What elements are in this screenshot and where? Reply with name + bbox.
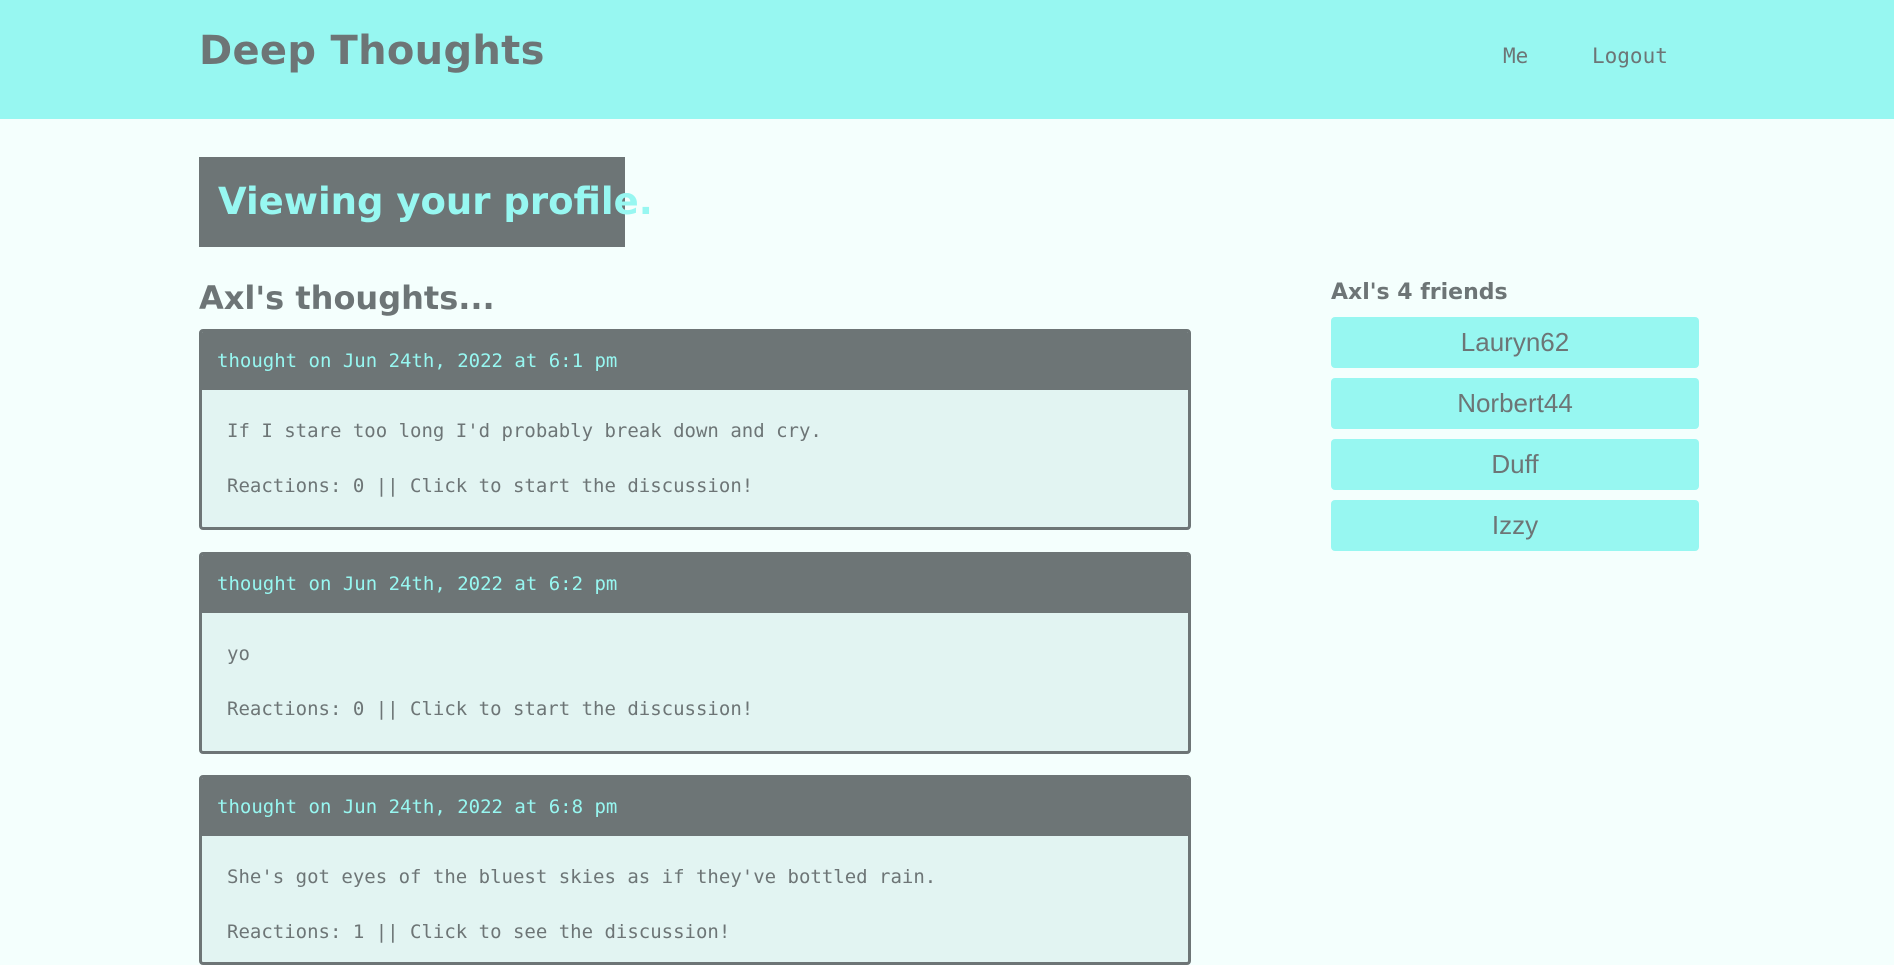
thought-card-body: yo Reactions: 0 || Click to start the di…: [202, 613, 1188, 721]
thought-reactions-link[interactable]: Reactions: 0 || Click to start the discu…: [227, 697, 1188, 721]
friend-button[interactable]: Lauryn62: [1331, 317, 1699, 368]
thought-card-body: If I stare too long I'd probably break d…: [202, 390, 1188, 498]
thought-card: thought on Jun 24th, 2022 at 6:8 pm She'…: [199, 775, 1191, 965]
thought-text: She's got eyes of the bluest skies as if…: [227, 866, 937, 888]
thought-text: If I stare too long I'd probably break d…: [227, 420, 822, 442]
nav-logout-link[interactable]: Logout: [1592, 44, 1668, 68]
nav-me-link[interactable]: Me: [1503, 44, 1528, 68]
thought-card-header[interactable]: thought on Jun 24th, 2022 at 6:2 pm: [202, 555, 1188, 613]
friend-button[interactable]: Duff: [1331, 439, 1699, 490]
thought-card-body: She's got eyes of the bluest skies as if…: [202, 836, 1188, 944]
thought-card-header[interactable]: thought on Jun 24th, 2022 at 6:8 pm: [202, 778, 1188, 836]
profile-banner: Viewing your profile.: [199, 157, 653, 247]
friend-button[interactable]: Izzy: [1331, 500, 1699, 551]
thought-card: thought on Jun 24th, 2022 at 6:2 pm yo R…: [199, 552, 1191, 754]
thought-card-header[interactable]: thought on Jun 24th, 2022 at 6:1 pm: [202, 332, 1188, 390]
friend-button[interactable]: Norbert44: [1331, 378, 1699, 429]
site-header: Deep Thoughts Me Logout: [0, 0, 1894, 119]
thought-text: yo: [227, 643, 250, 665]
friends-heading: Axl's 4 friends: [1331, 280, 1508, 305]
thoughts-heading: Axl's thoughts...: [199, 279, 495, 317]
thought-reactions-link[interactable]: Reactions: 1 || Click to see the discuss…: [227, 920, 1188, 944]
thought-card: thought on Jun 24th, 2022 at 6:1 pm If I…: [199, 329, 1191, 530]
site-logo-link[interactable]: Deep Thoughts: [199, 28, 545, 74]
thought-reactions-link[interactable]: Reactions: 0 || Click to start the discu…: [227, 474, 1188, 498]
